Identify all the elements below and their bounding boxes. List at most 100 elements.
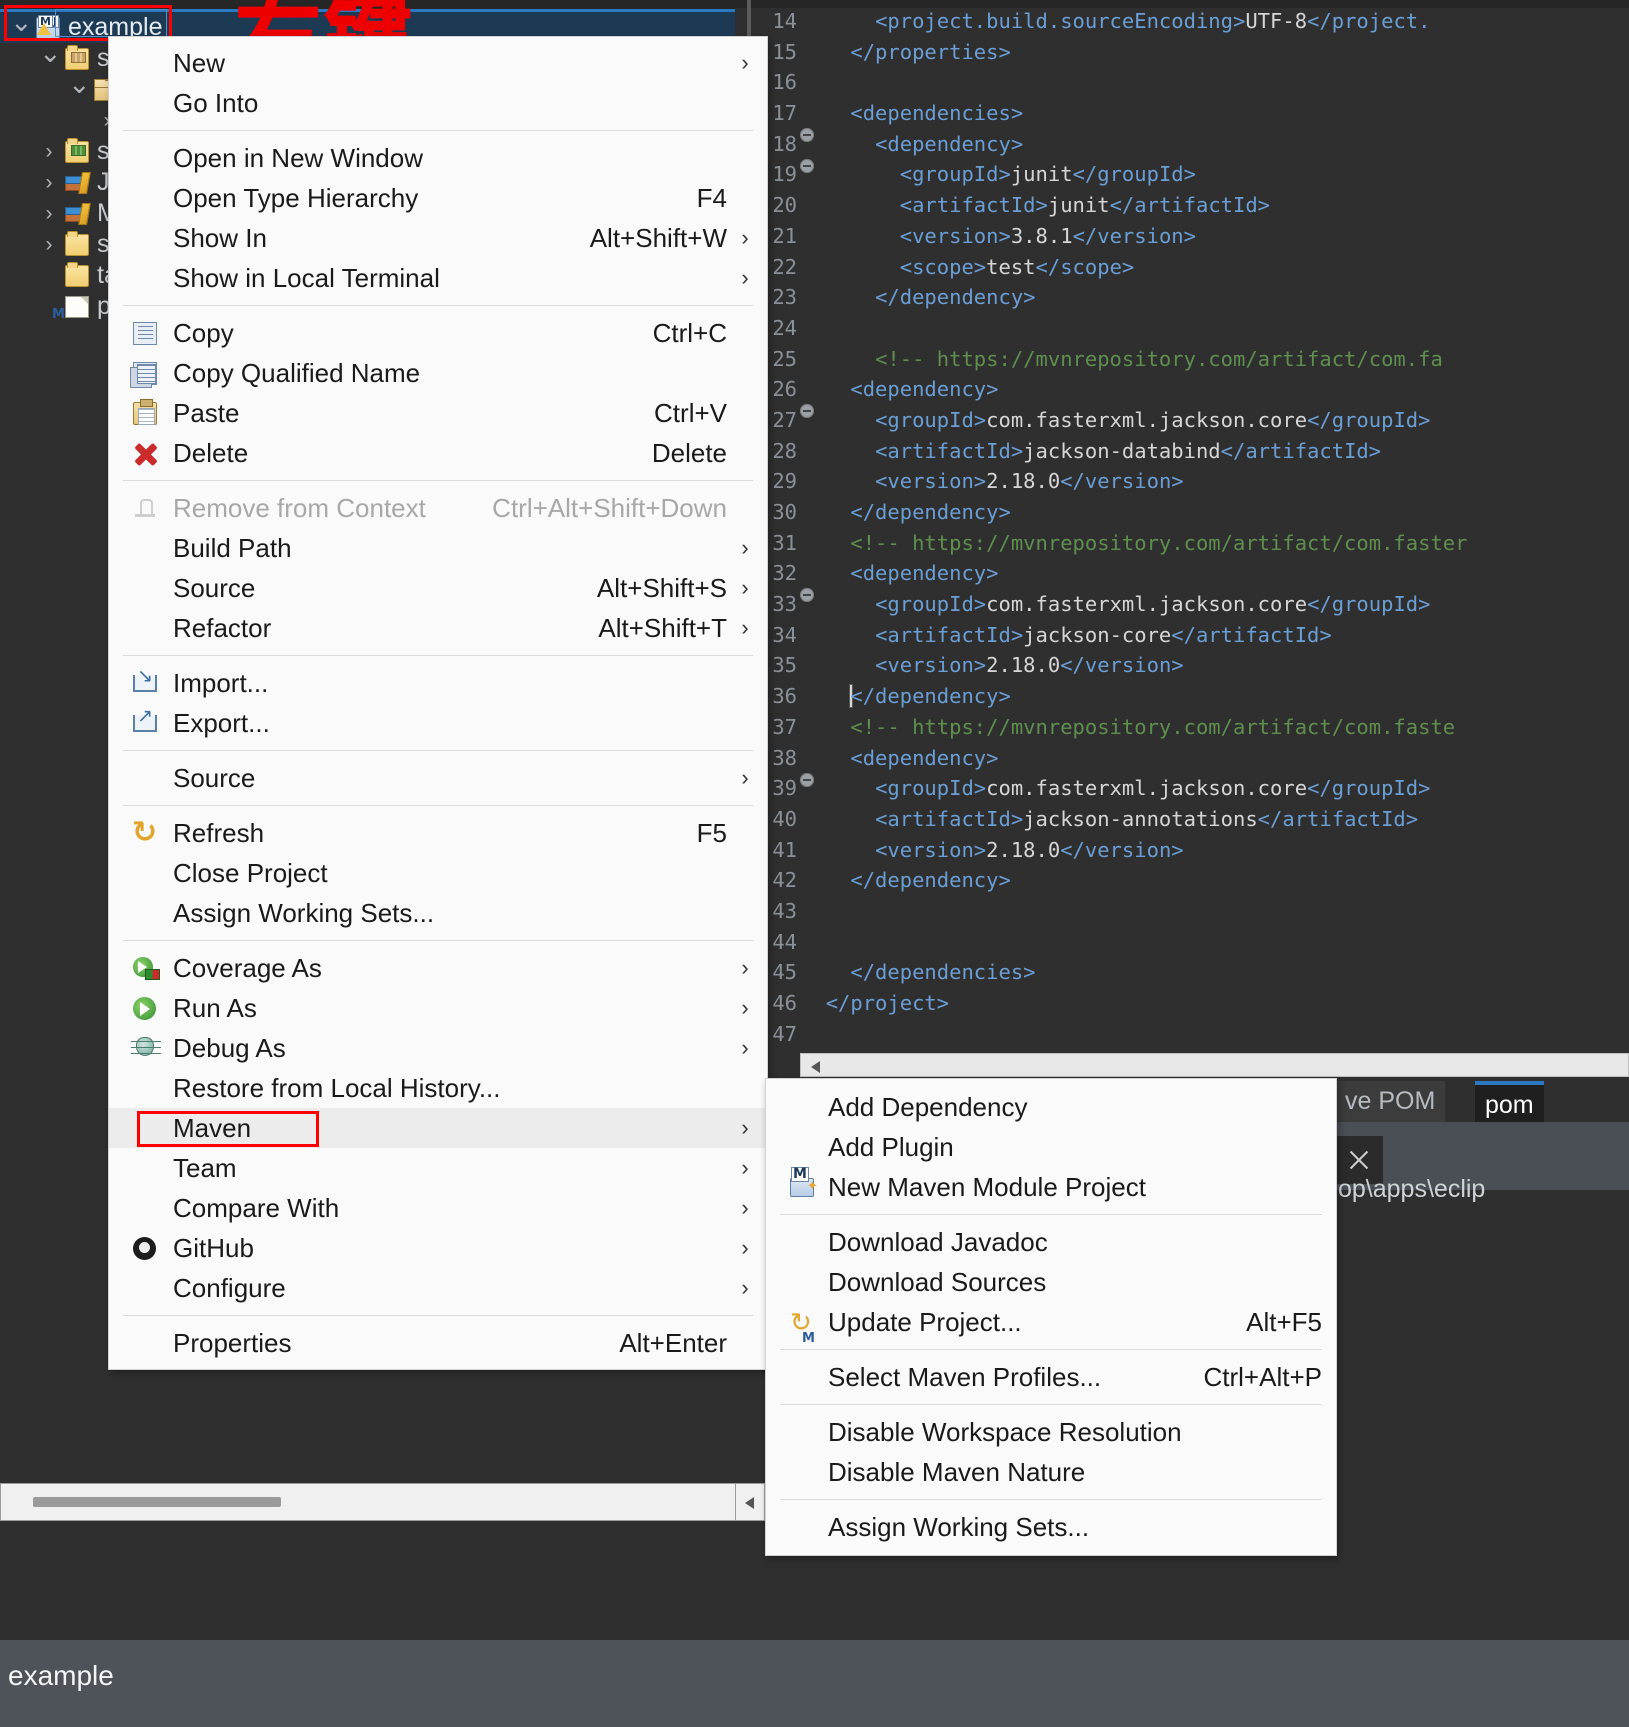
menu-item-maven[interactable]: Maven› [109,1108,767,1148]
menu-item-coverage-as[interactable]: Coverage As› [109,948,767,988]
explorer-horizontal-scrollbar[interactable] [0,1483,735,1521]
menu-item-assign-working-sets[interactable]: Assign Working Sets... [109,893,767,933]
code-token: </artifactId> [1258,807,1418,831]
code-token: </version> [1060,838,1183,862]
menu-item-new[interactable]: New› [109,43,767,83]
code-line: 47 [755,1019,1629,1050]
chevron-down-icon[interactable]: ⌄ [39,43,59,63]
menu-item-source[interactable]: Source› [109,758,767,798]
code-line: 17 <dependencies> [755,98,1629,129]
github-icon [133,1237,156,1260]
menu-item-select-maven-profiles[interactable]: Select Maven Profiles... Ctrl+Alt+P [766,1357,1336,1397]
menu-item-copy-qualified-name[interactable]: Copy Qualified Name [109,353,767,393]
menu-item-disable-maven-nature[interactable]: Disable Maven Nature [766,1452,1336,1492]
code-token: </groupId> [1307,592,1430,616]
menu-item-show-in[interactable]: Show InAlt+Shift+W› [109,218,767,258]
code-token: </artifactId> [1110,193,1270,217]
menu-item-add-plugin[interactable]: Add Plugin [766,1127,1336,1167]
pom-editor-tabs[interactable]: ve POM pom [1335,1081,1629,1122]
menu-item-copy[interactable]: CopyCtrl+C [109,313,767,353]
menu-item-run-as[interactable]: Run As› [109,988,767,1028]
menu-item-compare-with[interactable]: Compare With› [109,1188,767,1228]
code-token: <version> [875,838,986,862]
code-token: com.fasterxml.jackson.core [986,776,1307,800]
code-token: <dependencies> [850,101,1023,125]
code-token: jackson-annotations [1023,807,1258,831]
menu-item-properties[interactable]: PropertiesAlt+Enter [109,1323,767,1363]
menu-item-remove-from-context: Remove from ContextCtrl+Alt+Shift+Down [109,488,767,528]
code-token: <artifactId> [900,193,1048,217]
menu-item-go-into[interactable]: Go Into [109,83,767,123]
menu-item-assign-working-sets[interactable]: Assign Working Sets... [766,1507,1336,1547]
scroll-left-arrow-icon[interactable] [811,1061,820,1073]
chevron-right-icon[interactable]: › [39,167,59,198]
code-token: <artifactId> [875,807,1023,831]
code-token: </dependencies> [850,960,1035,984]
menu-separator [780,1499,1322,1500]
project-context-menu[interactable]: New›Go Into Open in New WindowOpen Type H… [108,36,768,1370]
debug-icon [136,1037,154,1056]
menu-item-label: Paste [173,393,240,433]
resource-folder-icon [65,141,89,163]
menu-item-open-in-new-window[interactable]: Open in New Window [109,138,767,178]
submenu-chevron-right-icon: › [739,758,751,798]
menu-item-add-dependency[interactable]: Add Dependency [766,1087,1336,1127]
menu-item-github[interactable]: GitHub› [109,1228,767,1268]
menu-item-download-sources[interactable]: Download Sources [766,1262,1336,1302]
scrollbar-thumb[interactable] [33,1497,281,1507]
menu-item-configure[interactable]: Configure› [109,1268,767,1308]
code-token: </scope> [1036,255,1135,279]
menu-item-team[interactable]: Team› [109,1148,767,1188]
menu-item-export[interactable]: Export... [109,703,767,743]
chevron-down-icon[interactable]: ⌄ [68,74,88,94]
menu-item-debug-as[interactable]: Debug As› [109,1028,767,1068]
menu-item-refresh[interactable]: RefreshF5 [109,813,767,853]
code-token: 2.18.0 [986,469,1060,493]
menu-item-shortcut: Ctrl+Alt+P [1204,1357,1323,1397]
chevron-right-icon[interactable]: › [39,229,59,260]
code-token: <version> [900,224,1011,248]
menu-item-update-project[interactable]: Update Project...Alt+F5 [766,1302,1336,1342]
menu-item-open-type-hierarchy[interactable]: Open Type HierarchyF4 [109,178,767,218]
chevron-right-icon[interactable]: › [39,198,59,229]
menu-item-show-in-local-terminal[interactable]: Show in Local Terminal› [109,258,767,298]
code-token: <dependency> [850,377,998,401]
code-line: 43 [755,896,1629,927]
menu-item-import[interactable]: Import... [109,663,767,703]
menu-item-new-maven-module-project[interactable]: New Maven Module Project [766,1167,1336,1207]
code-token: <groupId> [875,408,986,432]
code-line: 36 </dependency> [755,681,1629,712]
library-icon [65,203,89,225]
folder-icon [65,265,89,287]
submenu-chevron-right-icon: › [739,608,751,648]
chevron-right-icon[interactable]: › [39,136,59,167]
menu-item-download-javadoc[interactable]: Download Javadoc [766,1222,1336,1262]
menu-item-label: Copy [173,313,234,353]
new-maven-module-icon [790,1178,814,1197]
maven-submenu[interactable]: Add DependencyAdd PluginNew Maven Module… [765,1078,1337,1556]
tab-pom-xml[interactable]: pom [1475,1081,1544,1122]
menu-item-restore-from-local-history[interactable]: Restore from Local History... [109,1068,767,1108]
menu-item-disable-workspace-resolution[interactable]: Disable Workspace Resolution [766,1412,1336,1452]
editor-horizontal-scrollbar[interactable] [800,1053,1629,1077]
code-token: </project. [1307,9,1430,33]
menu-item-source[interactable]: SourceAlt+Shift+S› [109,568,767,608]
chevron-down-icon[interactable]: ⌄ [10,12,30,32]
explorer-collapse-arrow[interactable] [735,1483,765,1521]
menu-item-label: Show in Local Terminal [173,258,440,298]
pom-xml-code[interactable]: 14 <project.build.sourceEncoding>UTF-8</… [755,6,1629,1056]
tab-effective-pom[interactable]: ve POM [1335,1081,1445,1122]
menu-item-label: Properties [173,1323,292,1363]
code-line: 20 <artifactId>junit</artifactId> [755,190,1629,221]
menu-item-shortcut: F4 [697,178,727,218]
delete-icon [133,442,157,465]
menu-item-delete[interactable]: DeleteDelete [109,433,767,473]
menu-item-paste[interactable]: PasteCtrl+V [109,393,767,433]
code-token: UTF-8 [1245,9,1307,33]
menu-item-label: Select Maven Profiles... [828,1357,1101,1397]
menu-item-refactor[interactable]: RefactorAlt+Shift+T› [109,608,767,648]
menu-item-close-project[interactable]: Close Project [109,853,767,893]
menu-item-label: Restore from Local History... [173,1068,501,1108]
menu-item-build-path[interactable]: Build Path› [109,528,767,568]
code-token: </artifactId> [1221,439,1381,463]
